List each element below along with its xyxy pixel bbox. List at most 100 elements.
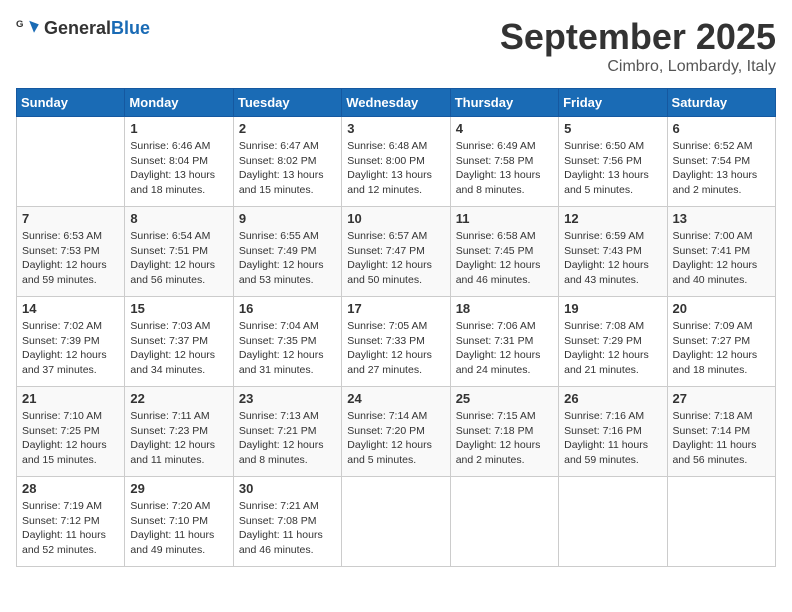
day-number: 8 <box>130 211 227 226</box>
day-number: 25 <box>456 391 553 406</box>
day-info: Sunrise: 7:13 AMSunset: 7:21 PMDaylight:… <box>239 409 336 468</box>
day-number: 3 <box>347 121 444 136</box>
page-header: G GeneralBlue September 2025 Cimbro, Lom… <box>16 16 776 76</box>
day-number: 19 <box>564 301 661 316</box>
calendar-cell <box>559 477 667 567</box>
day-number: 11 <box>456 211 553 226</box>
day-number: 13 <box>673 211 770 226</box>
calendar-cell: 7 Sunrise: 6:53 AMSunset: 7:53 PMDaylight… <box>17 207 125 297</box>
week-row-2: 7 Sunrise: 6:53 AMSunset: 7:53 PMDaylight… <box>17 207 776 297</box>
calendar-cell: 8 Sunrise: 6:54 AMSunset: 7:51 PMDaylight… <box>125 207 233 297</box>
day-number: 26 <box>564 391 661 406</box>
calendar-cell: 24Sunrise: 7:14 AMSunset: 7:20 PMDayligh… <box>342 387 450 477</box>
weekday-header-sunday: Sunday <box>17 89 125 117</box>
day-info: Sunrise: 7:02 AMSunset: 7:39 PMDaylight:… <box>22 319 119 378</box>
calendar-cell: 25 Sunrise: 7:15 AMSunset: 7:18 PMDayligh… <box>450 387 558 477</box>
calendar-cell: 29 Sunrise: 7:20 AMSunset: 7:10 PMDayligh… <box>125 477 233 567</box>
day-info: Sunrise: 7:19 AMSunset: 7:12 PMDaylight:… <box>22 499 119 558</box>
week-row-4: 21 Sunrise: 7:10 AMSunset: 7:25 PMDayligh… <box>17 387 776 477</box>
day-info: Sunrise: 7:14 AMSunset: 7:20 PMDaylight:… <box>347 409 444 468</box>
day-number: 21 <box>22 391 119 406</box>
day-info: Sunrise: 7:08 AMSunset: 7:29 PMDaylight:… <box>564 319 661 378</box>
calendar-cell: 27Sunrise: 7:18 AMSunset: 7:14 PMDayligh… <box>667 387 775 477</box>
day-number: 28 <box>22 481 119 496</box>
month-title: September 2025 <box>500 16 776 58</box>
calendar-cell: 26 Sunrise: 7:16 AMSunset: 7:16 PMDayligh… <box>559 387 667 477</box>
day-number: 12 <box>564 211 661 226</box>
week-row-5: 28 Sunrise: 7:19 AMSunset: 7:12 PMDayligh… <box>17 477 776 567</box>
calendar-cell: 12 Sunrise: 6:59 AMSunset: 7:43 PMDayligh… <box>559 207 667 297</box>
calendar-cell: 15 Sunrise: 7:03 AMSunset: 7:37 PMDayligh… <box>125 297 233 387</box>
day-info: Sunrise: 7:21 AMSunset: 7:08 PMDaylight:… <box>239 499 336 558</box>
week-row-3: 14 Sunrise: 7:02 AMSunset: 7:39 PMDayligh… <box>17 297 776 387</box>
day-number: 1 <box>130 121 227 136</box>
logo-icon: G <box>16 16 40 40</box>
day-number: 15 <box>130 301 227 316</box>
calendar-cell: 22 Sunrise: 7:11 AMSunset: 7:23 PMDayligh… <box>125 387 233 477</box>
day-number: 20 <box>673 301 770 316</box>
day-info: Sunrise: 7:00 AMSunset: 7:41 PMDaylight:… <box>673 229 770 288</box>
day-info: Sunrise: 7:06 AMSunset: 7:31 PMDaylight:… <box>456 319 553 378</box>
day-info: Sunrise: 7:04 AMSunset: 7:35 PMDaylight:… <box>239 319 336 378</box>
calendar-cell: 6 Sunrise: 6:52 AMSunset: 7:54 PMDaylight… <box>667 117 775 207</box>
day-info: Sunrise: 6:52 AMSunset: 7:54 PMDaylight:… <box>673 139 770 198</box>
weekday-header-row: SundayMondayTuesdayWednesdayThursdayFrid… <box>17 89 776 117</box>
day-number: 2 <box>239 121 336 136</box>
calendar-cell: 11 Sunrise: 6:58 AMSunset: 7:45 PMDayligh… <box>450 207 558 297</box>
logo-blue-text: Blue <box>111 18 150 38</box>
calendar-cell: 28 Sunrise: 7:19 AMSunset: 7:12 PMDayligh… <box>17 477 125 567</box>
day-info: Sunrise: 6:50 AMSunset: 7:56 PMDaylight:… <box>564 139 661 198</box>
day-info: Sunrise: 7:03 AMSunset: 7:37 PMDaylight:… <box>130 319 227 378</box>
day-number: 17 <box>347 301 444 316</box>
day-info: Sunrise: 7:11 AMSunset: 7:23 PMDaylight:… <box>130 409 227 468</box>
day-info: Sunrise: 6:58 AMSunset: 7:45 PMDaylight:… <box>456 229 553 288</box>
calendar-cell: 14 Sunrise: 7:02 AMSunset: 7:39 PMDayligh… <box>17 297 125 387</box>
day-info: Sunrise: 7:20 AMSunset: 7:10 PMDaylight:… <box>130 499 227 558</box>
day-number: 29 <box>130 481 227 496</box>
day-info: Sunrise: 6:55 AMSunset: 7:49 PMDaylight:… <box>239 229 336 288</box>
day-info: Sunrise: 7:10 AMSunset: 7:25 PMDaylight:… <box>22 409 119 468</box>
day-number: 4 <box>456 121 553 136</box>
day-number: 27 <box>673 391 770 406</box>
day-number: 7 <box>22 211 119 226</box>
day-info: Sunrise: 6:47 AMSunset: 8:02 PMDaylight:… <box>239 139 336 198</box>
day-info: Sunrise: 6:49 AMSunset: 7:58 PMDaylight:… <box>456 139 553 198</box>
day-number: 23 <box>239 391 336 406</box>
day-info: Sunrise: 6:54 AMSunset: 7:51 PMDaylight:… <box>130 229 227 288</box>
calendar-cell: 4 Sunrise: 6:49 AMSunset: 7:58 PMDaylight… <box>450 117 558 207</box>
calendar-cell: 9 Sunrise: 6:55 AMSunset: 7:49 PMDaylight… <box>233 207 341 297</box>
location-title: Cimbro, Lombardy, Italy <box>500 58 776 76</box>
calendar-cell: 23 Sunrise: 7:13 AMSunset: 7:21 PMDayligh… <box>233 387 341 477</box>
svg-text:G: G <box>16 19 23 30</box>
day-info: Sunrise: 7:16 AMSunset: 7:16 PMDaylight:… <box>564 409 661 468</box>
weekday-header-thursday: Thursday <box>450 89 558 117</box>
day-info: Sunrise: 6:57 AMSunset: 7:47 PMDaylight:… <box>347 229 444 288</box>
calendar-cell: 16 Sunrise: 7:04 AMSunset: 7:35 PMDayligh… <box>233 297 341 387</box>
calendar-cell: 17Sunrise: 7:05 AMSunset: 7:33 PMDayligh… <box>342 297 450 387</box>
calendar-cell: 30Sunrise: 7:21 AMSunset: 7:08 PMDayligh… <box>233 477 341 567</box>
day-number: 10 <box>347 211 444 226</box>
calendar-cell: 2 Sunrise: 6:47 AMSunset: 8:02 PMDaylight… <box>233 117 341 207</box>
calendar-cell <box>450 477 558 567</box>
day-info: Sunrise: 6:53 AMSunset: 7:53 PMDaylight:… <box>22 229 119 288</box>
calendar-cell <box>17 117 125 207</box>
day-number: 16 <box>239 301 336 316</box>
day-info: Sunrise: 7:15 AMSunset: 7:18 PMDaylight:… <box>456 409 553 468</box>
calendar-cell <box>342 477 450 567</box>
weekday-header-tuesday: Tuesday <box>233 89 341 117</box>
weekday-header-monday: Monday <box>125 89 233 117</box>
day-number: 14 <box>22 301 119 316</box>
calendar-cell: 1 Sunrise: 6:46 AMSunset: 8:04 PMDaylight… <box>125 117 233 207</box>
week-row-1: 1 Sunrise: 6:46 AMSunset: 8:04 PMDaylight… <box>17 117 776 207</box>
day-number: 9 <box>239 211 336 226</box>
weekday-header-saturday: Saturday <box>667 89 775 117</box>
calendar-cell: 10 Sunrise: 6:57 AMSunset: 7:47 PMDayligh… <box>342 207 450 297</box>
day-info: Sunrise: 6:46 AMSunset: 8:04 PMDaylight:… <box>130 139 227 198</box>
title-block: September 2025 Cimbro, Lombardy, Italy <box>500 16 776 76</box>
day-info: Sunrise: 6:59 AMSunset: 7:43 PMDaylight:… <box>564 229 661 288</box>
day-number: 5 <box>564 121 661 136</box>
day-number: 6 <box>673 121 770 136</box>
day-number: 18 <box>456 301 553 316</box>
calendar-table: SundayMondayTuesdayWednesdayThursdayFrid… <box>16 88 776 567</box>
day-number: 22 <box>130 391 227 406</box>
